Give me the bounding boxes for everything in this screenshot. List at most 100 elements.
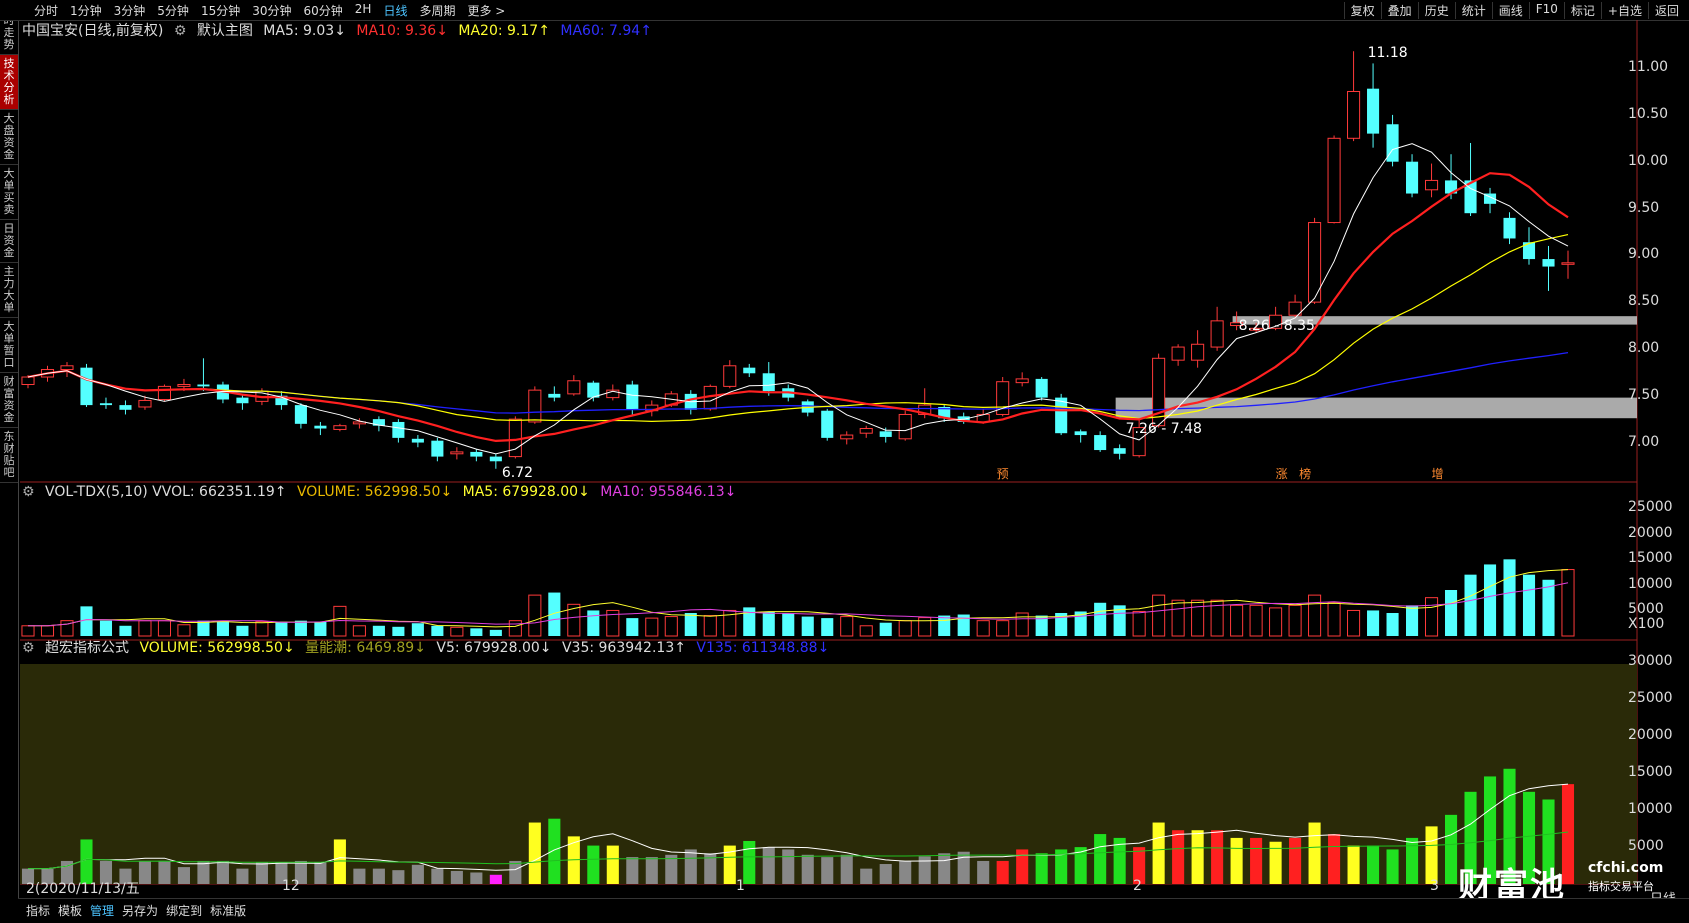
volume-bar xyxy=(21,625,35,637)
indicator-bar xyxy=(1113,837,1126,884)
volume-bar xyxy=(197,620,210,636)
indicator-bar xyxy=(723,845,736,884)
volume-bar xyxy=(138,620,152,637)
volume-bar xyxy=(1074,611,1087,636)
volume-bar xyxy=(1055,613,1068,636)
toolbar-button-3[interactable]: 统计 xyxy=(1454,2,1492,19)
candle-body xyxy=(470,451,483,457)
vol-ma10: MA10: 955846.13↓ xyxy=(600,484,737,500)
event-tag-2: 涨 xyxy=(1276,466,1288,481)
toolbar-button-4[interactable]: 画线 xyxy=(1491,2,1529,19)
candle-body xyxy=(1561,262,1575,265)
toolbar-button-2[interactable]: 历史 xyxy=(1417,2,1455,19)
volume-bar xyxy=(1015,612,1029,637)
candle-body xyxy=(1464,180,1477,214)
indicator-bar xyxy=(782,849,795,884)
indicator-bar xyxy=(528,822,541,884)
period-tab-5[interactable]: 30分钟 xyxy=(246,2,297,19)
indicator-bar xyxy=(860,868,873,884)
indicator-bar xyxy=(1172,830,1185,884)
indicator-bar xyxy=(743,840,756,884)
candle-body xyxy=(1055,397,1068,434)
left-nav-item-6[interactable]: 大单暂口 xyxy=(0,318,18,373)
candle-body xyxy=(333,425,347,430)
left-nav-item-4[interactable]: 日资金 xyxy=(0,220,18,263)
toolbar-button-1[interactable]: 叠加 xyxy=(1380,2,1418,19)
indicator-bar xyxy=(1386,849,1399,884)
bottom-tab-1[interactable]: 模板 xyxy=(54,902,86,919)
volume-bar xyxy=(1113,605,1126,636)
indicator-bar xyxy=(938,853,951,884)
ma5-label: MA5: 9.03↓ xyxy=(263,23,346,39)
left-nav-item-1[interactable]: 技术分析 xyxy=(0,55,18,110)
volume-bar xyxy=(489,629,502,636)
indicator-bar xyxy=(684,849,697,884)
ma10-line xyxy=(27,172,1569,443)
candle-body xyxy=(1386,124,1399,162)
indicator-bar xyxy=(1308,822,1321,884)
bottom-tab-4[interactable]: 绑定到 xyxy=(162,902,206,919)
candle-body xyxy=(60,365,74,371)
volume-bar xyxy=(1191,599,1205,637)
indicator-bar xyxy=(567,836,580,884)
volume-bar xyxy=(664,616,678,637)
candle-body xyxy=(567,380,581,395)
gear-icon[interactable]: ⚙ xyxy=(22,484,35,500)
candle-body xyxy=(216,384,229,400)
volume-bar xyxy=(60,620,74,637)
left-nav-item-8[interactable]: 东财贴吧 xyxy=(0,428,18,483)
zone-high-label: 8.26 - 8.35 xyxy=(1239,318,1315,334)
volume-bar xyxy=(333,605,347,637)
volume-bar xyxy=(294,620,307,636)
left-nav-item-2[interactable]: 大盘资金 xyxy=(0,110,18,165)
indicator-bar xyxy=(587,845,600,884)
stock-name[interactable]: 中国宝安(日线,前复权) xyxy=(22,23,163,39)
left-nav-item-7[interactable]: 财富资金 xyxy=(0,373,18,428)
bottom-tab-0[interactable]: 指标 xyxy=(22,902,54,919)
indicator-bar xyxy=(1269,841,1282,884)
indicator-bar xyxy=(977,860,990,884)
volume-bar xyxy=(1171,599,1185,637)
ind-label[interactable]: 超宏指标公式 xyxy=(45,640,129,656)
left-nav-item-3[interactable]: 大单买卖 xyxy=(0,165,18,220)
period-tab-2[interactable]: 3分钟 xyxy=(108,2,152,19)
toolbar-button-0[interactable]: 复权 xyxy=(1343,2,1381,19)
candle-body xyxy=(1015,378,1029,384)
gear-icon[interactable]: ⚙ xyxy=(22,640,35,656)
candle-body xyxy=(508,418,522,458)
gear-icon[interactable]: ⚙ xyxy=(174,23,187,39)
template-label[interactable]: 默认主图 xyxy=(197,23,253,39)
volume-bar xyxy=(1444,590,1458,636)
period-tab-0[interactable]: 分时 xyxy=(28,2,64,19)
period-tab-4[interactable]: 15分钟 xyxy=(195,2,246,19)
candle-body xyxy=(664,393,678,406)
period-tab-9[interactable]: 多周期 xyxy=(413,2,461,19)
period-tab-1[interactable]: 1分钟 xyxy=(64,2,108,19)
volume-bar xyxy=(431,625,444,636)
indicator-tick: 30000 xyxy=(1628,653,1673,670)
candle-body xyxy=(1522,242,1536,260)
volume-bar xyxy=(821,618,834,636)
toolbar-button-5[interactable]: F10 xyxy=(1528,2,1564,19)
period-tab-8[interactable]: 日线 xyxy=(377,2,413,19)
period-tab-10[interactable]: 更多 > xyxy=(461,2,511,19)
indicator-bar xyxy=(314,862,327,884)
volume-bar xyxy=(99,620,113,636)
bottom-tab-3[interactable]: 另存为 xyxy=(118,902,162,919)
candle-body xyxy=(21,376,35,386)
volume-bar xyxy=(40,625,55,637)
bottom-tab-5[interactable]: 标准版 xyxy=(206,902,250,919)
period-tab-6[interactable]: 60分钟 xyxy=(298,2,349,19)
kline-chart[interactable]: 11.18 6.72 7.26 - 7.48 8.26 - 8.35 预 涨榜 增 xyxy=(0,0,1689,922)
left-nav-item-5[interactable]: 主力大单 xyxy=(0,263,18,318)
volume-bar xyxy=(918,617,932,637)
candle-body xyxy=(372,419,385,426)
indicator-bar xyxy=(1191,830,1204,884)
candle-body xyxy=(645,404,659,412)
toolbar-button-6[interactable]: 标记 xyxy=(1563,2,1601,19)
bottom-tab-2[interactable]: 管理 xyxy=(86,902,118,919)
period-tab-3[interactable]: 5分钟 xyxy=(151,2,195,19)
volume-bar xyxy=(1152,594,1166,637)
volume-bar xyxy=(1386,613,1399,636)
period-tab-7[interactable]: 2H xyxy=(349,2,378,19)
